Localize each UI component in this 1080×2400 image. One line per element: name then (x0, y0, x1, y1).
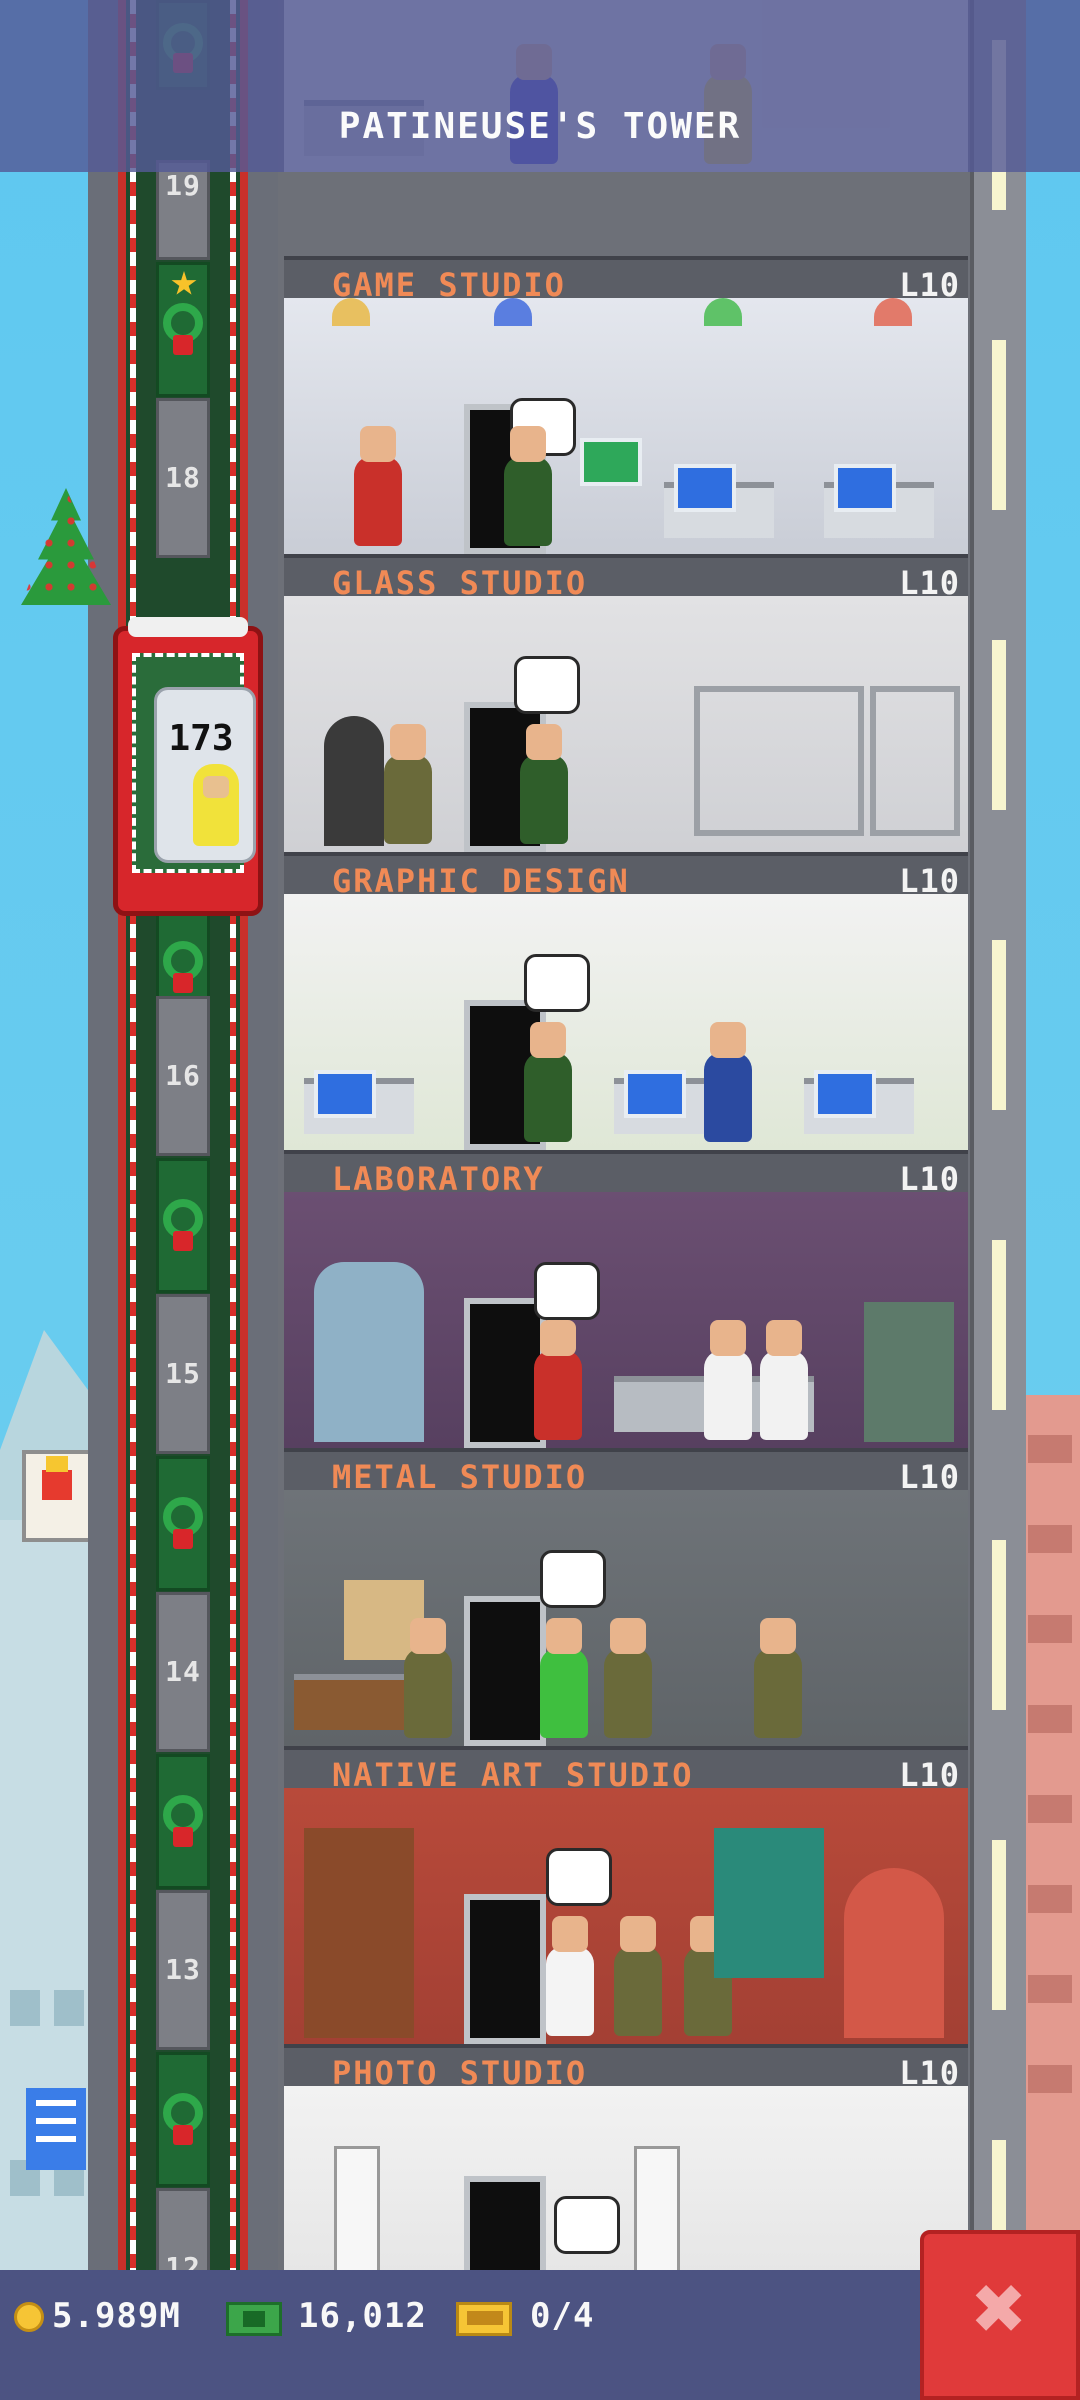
floor-label-bar: GRAPHIC DESIGN L10 (284, 852, 968, 900)
resident[interactable] (760, 1320, 808, 1440)
elevator-roof (128, 617, 248, 637)
wreath-decoration (156, 1158, 210, 1293)
floor-number: 19 (165, 169, 201, 202)
resident[interactable] (540, 1618, 588, 1738)
floor-number: 14 (165, 1655, 201, 1688)
speech-bubble[interactable] (534, 1262, 600, 1320)
room-interior (284, 1788, 968, 2044)
speech-bubble[interactable] (514, 656, 580, 714)
blue-sign (26, 2088, 86, 2170)
room-interior (284, 1490, 968, 1746)
floor-graphic-design[interactable]: GRAPHIC DESIGN L10 (284, 596, 968, 900)
wreath-decoration (156, 262, 210, 397)
floor-label-bar: GLASS STUDIO L10 (284, 554, 968, 602)
floor-below-interior[interactable] (284, 2086, 968, 2276)
floor-number-cell: 15 (156, 1294, 210, 1454)
resident[interactable] (754, 1618, 802, 1738)
floor-label-bar: METAL STUDIO L10 (284, 1448, 968, 1496)
room-interior (284, 894, 968, 1150)
floor-laboratory[interactable]: LABORATORY L10 (284, 894, 968, 1198)
floor-photo-studio[interactable]: PHOTO STUDIO L10 (284, 1788, 968, 2092)
floor-number: 18 (165, 461, 201, 494)
resident[interactable] (520, 724, 568, 844)
room-interior (284, 596, 968, 852)
resident[interactable] (704, 1320, 752, 1440)
room-interior (284, 1192, 968, 1448)
wreath-decoration (156, 1754, 210, 1889)
resident[interactable] (504, 426, 552, 546)
speech-bubble[interactable] (524, 954, 590, 1012)
room-interior (284, 2086, 968, 2276)
bux-icon (226, 2302, 282, 2336)
tickets-amount[interactable]: 0/4 (530, 2296, 594, 2336)
fries-billboard (22, 1450, 92, 1542)
close-x-icon: ✖ (972, 2256, 1028, 2361)
elevator-interior: 173 (132, 653, 256, 873)
resident[interactable] (384, 724, 432, 844)
floor-number: 16 (165, 1059, 201, 1092)
floor-number: 13 (165, 1953, 201, 1986)
wreath-decoration (156, 1456, 210, 1591)
room-interior (284, 298, 968, 554)
floor-label-bar: GAME STUDIO L10 (284, 256, 968, 304)
floor-number: 15 (165, 1357, 201, 1390)
bux-amount[interactable]: 16,012 (298, 2296, 427, 2336)
floor-number-cell: 14 (156, 1592, 210, 1752)
floor-label-bar: NATIVE ART STUDIO L10 (284, 1746, 968, 1794)
close-button[interactable]: ✖ (920, 2230, 1080, 2400)
coin-icon (14, 2302, 44, 2332)
floor-number-cell: 18 (156, 398, 210, 558)
resident[interactable] (354, 426, 402, 546)
snowman-resident[interactable] (546, 1916, 594, 2036)
resident[interactable] (614, 1916, 662, 2036)
coins-amount[interactable]: 5.989M (52, 2296, 181, 2336)
floor-number-cell: 13 (156, 1890, 210, 2050)
speech-bubble[interactable] (554, 2196, 620, 2254)
tower-title[interactable]: PATINEUSE'S TOWER (0, 106, 1080, 147)
elevator-passenger[interactable] (193, 764, 239, 846)
resident[interactable] (604, 1618, 652, 1738)
resident[interactable] (704, 1022, 752, 1142)
elevator-car[interactable]: 173 (113, 617, 263, 916)
tower-title-bar: PATINEUSE'S TOWER (0, 0, 1080, 172)
speech-bubble[interactable] (546, 1848, 612, 1906)
floor-glass-studio[interactable]: GLASS STUDIO L10 (284, 298, 968, 602)
passenger-destination: 173 (168, 718, 234, 759)
floor-label-bar: LABORATORY L10 (284, 1150, 968, 1198)
resident[interactable] (404, 1618, 452, 1738)
resident[interactable] (534, 1320, 582, 1440)
floor-metal-studio[interactable]: METAL STUDIO L10 (284, 1192, 968, 1496)
floor-label-bar: PHOTO STUDIO L10 (284, 2044, 968, 2092)
floor-native-art-studio[interactable]: NATIVE ART STUDIO L10 (284, 1490, 968, 1794)
speech-bubble[interactable] (540, 1550, 606, 1608)
star-icon (171, 271, 197, 295)
vip-ticket-icon (456, 2302, 512, 2336)
wreath-decoration (156, 2052, 210, 2187)
resident[interactable] (524, 1022, 572, 1142)
building-right-column (970, 0, 1026, 2290)
passenger-speech-box: 173 (154, 687, 256, 863)
floor-number-cell: 16 (156, 996, 210, 1156)
city-building-right (1020, 1395, 1080, 2280)
floor-number-cell: 19 (156, 160, 210, 260)
elevator-shaft[interactable]: 19 18 16 15 14 13 12 (118, 0, 248, 2290)
